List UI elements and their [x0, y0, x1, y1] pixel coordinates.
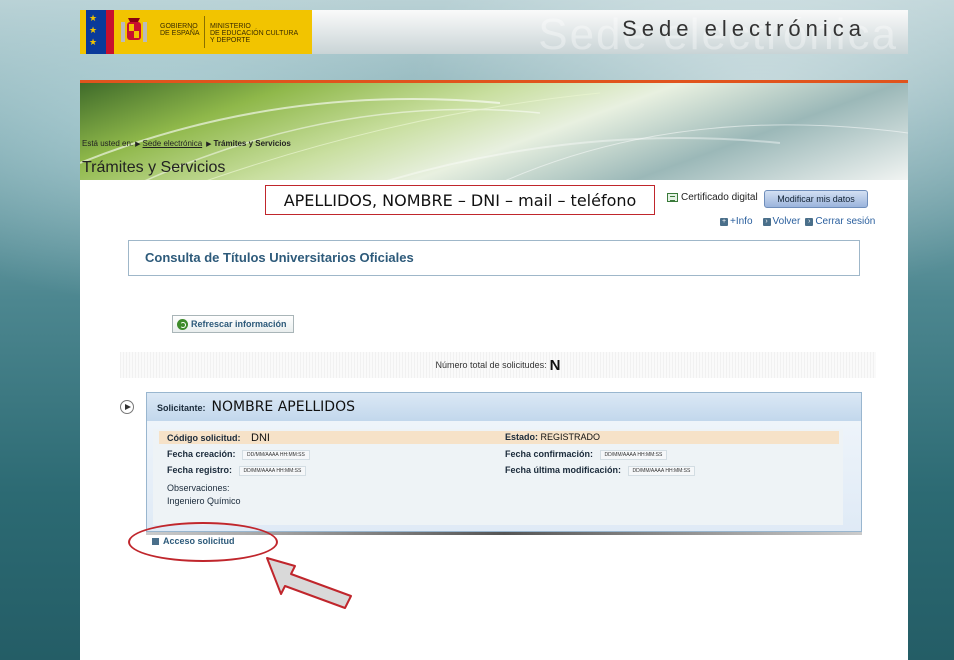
fecha-creacion-value: DD/MM/AAAA HH:MM:SS	[242, 449, 310, 460]
observaciones-label: Observaciones:	[167, 483, 230, 493]
total-requests-band: Número total de solicitudes: N	[120, 352, 876, 378]
back-link[interactable]: › Volver › Cerrar sesión	[762, 216, 875, 227]
fecha-registro-field: Fecha registro: DD/MM/AAAA HH:MM:SS	[167, 465, 307, 476]
certificate-label: Certificado digital	[681, 192, 758, 203]
main-content: APELLIDOS, NOMBRE – DNI – mail – teléfon…	[80, 180, 908, 660]
government-logo[interactable]: ★ ★ ★ GOBIERNO DE ESPAÑA MINISTERIO DE EDU…	[80, 10, 312, 54]
solicitud-header: Solicitante: NOMBRE APELLIDOS	[157, 399, 355, 415]
applicant-label: Solicitante:	[157, 403, 206, 413]
user-links: + +Info › Volver › Cerrar sesión	[720, 216, 875, 227]
site-title: Sede electrónica	[622, 16, 866, 41]
user-info-box: APELLIDOS, NOMBRE – DNI – mail – teléfon…	[265, 185, 655, 215]
breadcrumb: Está usted en: ▶ Sede electrónica ▶ Trámite…	[82, 139, 291, 148]
back-link-label: Volver	[772, 216, 801, 227]
breadcrumb-prefix: Está usted en:	[82, 139, 134, 148]
refresh-icon	[177, 318, 188, 330]
expand-play-icon[interactable]	[120, 400, 134, 414]
consulta-title: Consulta de Títulos Universitarios Ofici…	[145, 250, 414, 265]
coat-of-arms-icon	[121, 18, 147, 42]
ministry-name: MINISTERIO DE EDUCACIÓN CULTURA Y DEPORT…	[210, 23, 299, 44]
fecha-registro-label: Fecha registro:	[167, 465, 233, 475]
codigo-label: Código solicitud:	[167, 433, 241, 443]
breadcrumb-link-sede[interactable]: Sede electrónica	[143, 139, 203, 148]
plus-icon: +	[720, 217, 728, 226]
solicitud-card: Solicitante: NOMBRE APELLIDOS Código sol…	[146, 392, 862, 532]
spain-flag-stripe	[106, 10, 114, 54]
applicant-name: NOMBRE APELLIDOS	[211, 399, 355, 415]
refresh-button[interactable]: Refrescar información	[172, 315, 294, 333]
fecha-ultima-field: Fecha última modificación: DD/MM/AAAA HH…	[505, 465, 696, 476]
fecha-confirmacion-value: DD/MM/AAAA HH:MM:SS	[599, 449, 668, 460]
modify-data-button[interactable]: Modificar mis datos	[764, 190, 868, 208]
estado-label: Estado:	[505, 432, 539, 442]
logo-divider	[204, 16, 205, 48]
fecha-creacion-field: Fecha creación: DD/MM/AAAA HH:MM:SS	[167, 449, 310, 460]
codigo-value: DNI	[251, 432, 270, 444]
page-title: Trámites y Servicios	[82, 159, 226, 176]
estado-field: Estado: REGISTRADO	[505, 432, 600, 442]
breadcrumb-current: Trámites y Servicios	[213, 139, 291, 148]
solicitud-details: Código solicitud: DNI Estado: REGISTRADO…	[153, 429, 843, 525]
certificate-indicator: Certificado digital	[667, 192, 758, 203]
fecha-confirmacion-field: Fecha confirmación: DD/MM/AAAA HH:MM:SS	[505, 449, 668, 460]
info-link-label: +Info	[730, 216, 753, 227]
fecha-confirmacion-label: Fecha confirmación:	[505, 449, 594, 459]
observaciones-value: Ingeniero Químico	[167, 496, 241, 506]
total-label: Número total de solicitudes:	[435, 360, 547, 370]
total-value: N	[549, 356, 561, 374]
fecha-ultima-value: DD/MM/AAAA HH:MM:SS	[627, 465, 696, 476]
logout-link-label[interactable]: Cerrar sesión	[815, 216, 875, 227]
highlight-circle	[128, 522, 278, 562]
arrow-icon: ›	[762, 217, 771, 226]
arrow-icon: ›	[805, 217, 814, 226]
header-banner: Está usted en: ▶ Sede electrónica ▶ Trámite…	[80, 80, 908, 180]
codigo-field: Código solicitud: DNI	[167, 432, 270, 444]
fecha-ultima-label: Fecha última modificación:	[505, 465, 622, 475]
consulta-title-box: Consulta de Títulos Universitarios Ofici…	[128, 240, 860, 276]
top-bar: ★ ★ ★ GOBIERNO DE ESPAÑA MINISTERIO DE EDU…	[80, 10, 908, 59]
fecha-creacion-label: Fecha creación:	[167, 449, 236, 459]
estado-value: REGISTRADO	[540, 432, 601, 442]
refresh-label: Refrescar información	[191, 319, 287, 329]
chevron-right-icon: ▶	[135, 141, 141, 148]
page-frame: ★ ★ ★ GOBIERNO DE ESPAÑA MINISTERIO DE EDU…	[80, 0, 908, 660]
fecha-registro-value: DD/MM/AAAA HH:MM:SS	[238, 465, 307, 476]
eu-flag-icon: ★ ★ ★	[86, 10, 106, 54]
pointer-arrow-icon	[266, 557, 352, 609]
government-name: GOBIERNO DE ESPAÑA	[160, 23, 200, 37]
certificate-icon	[667, 193, 678, 202]
chevron-right-icon: ▶	[204, 141, 212, 148]
info-link[interactable]: + +Info	[720, 216, 753, 227]
